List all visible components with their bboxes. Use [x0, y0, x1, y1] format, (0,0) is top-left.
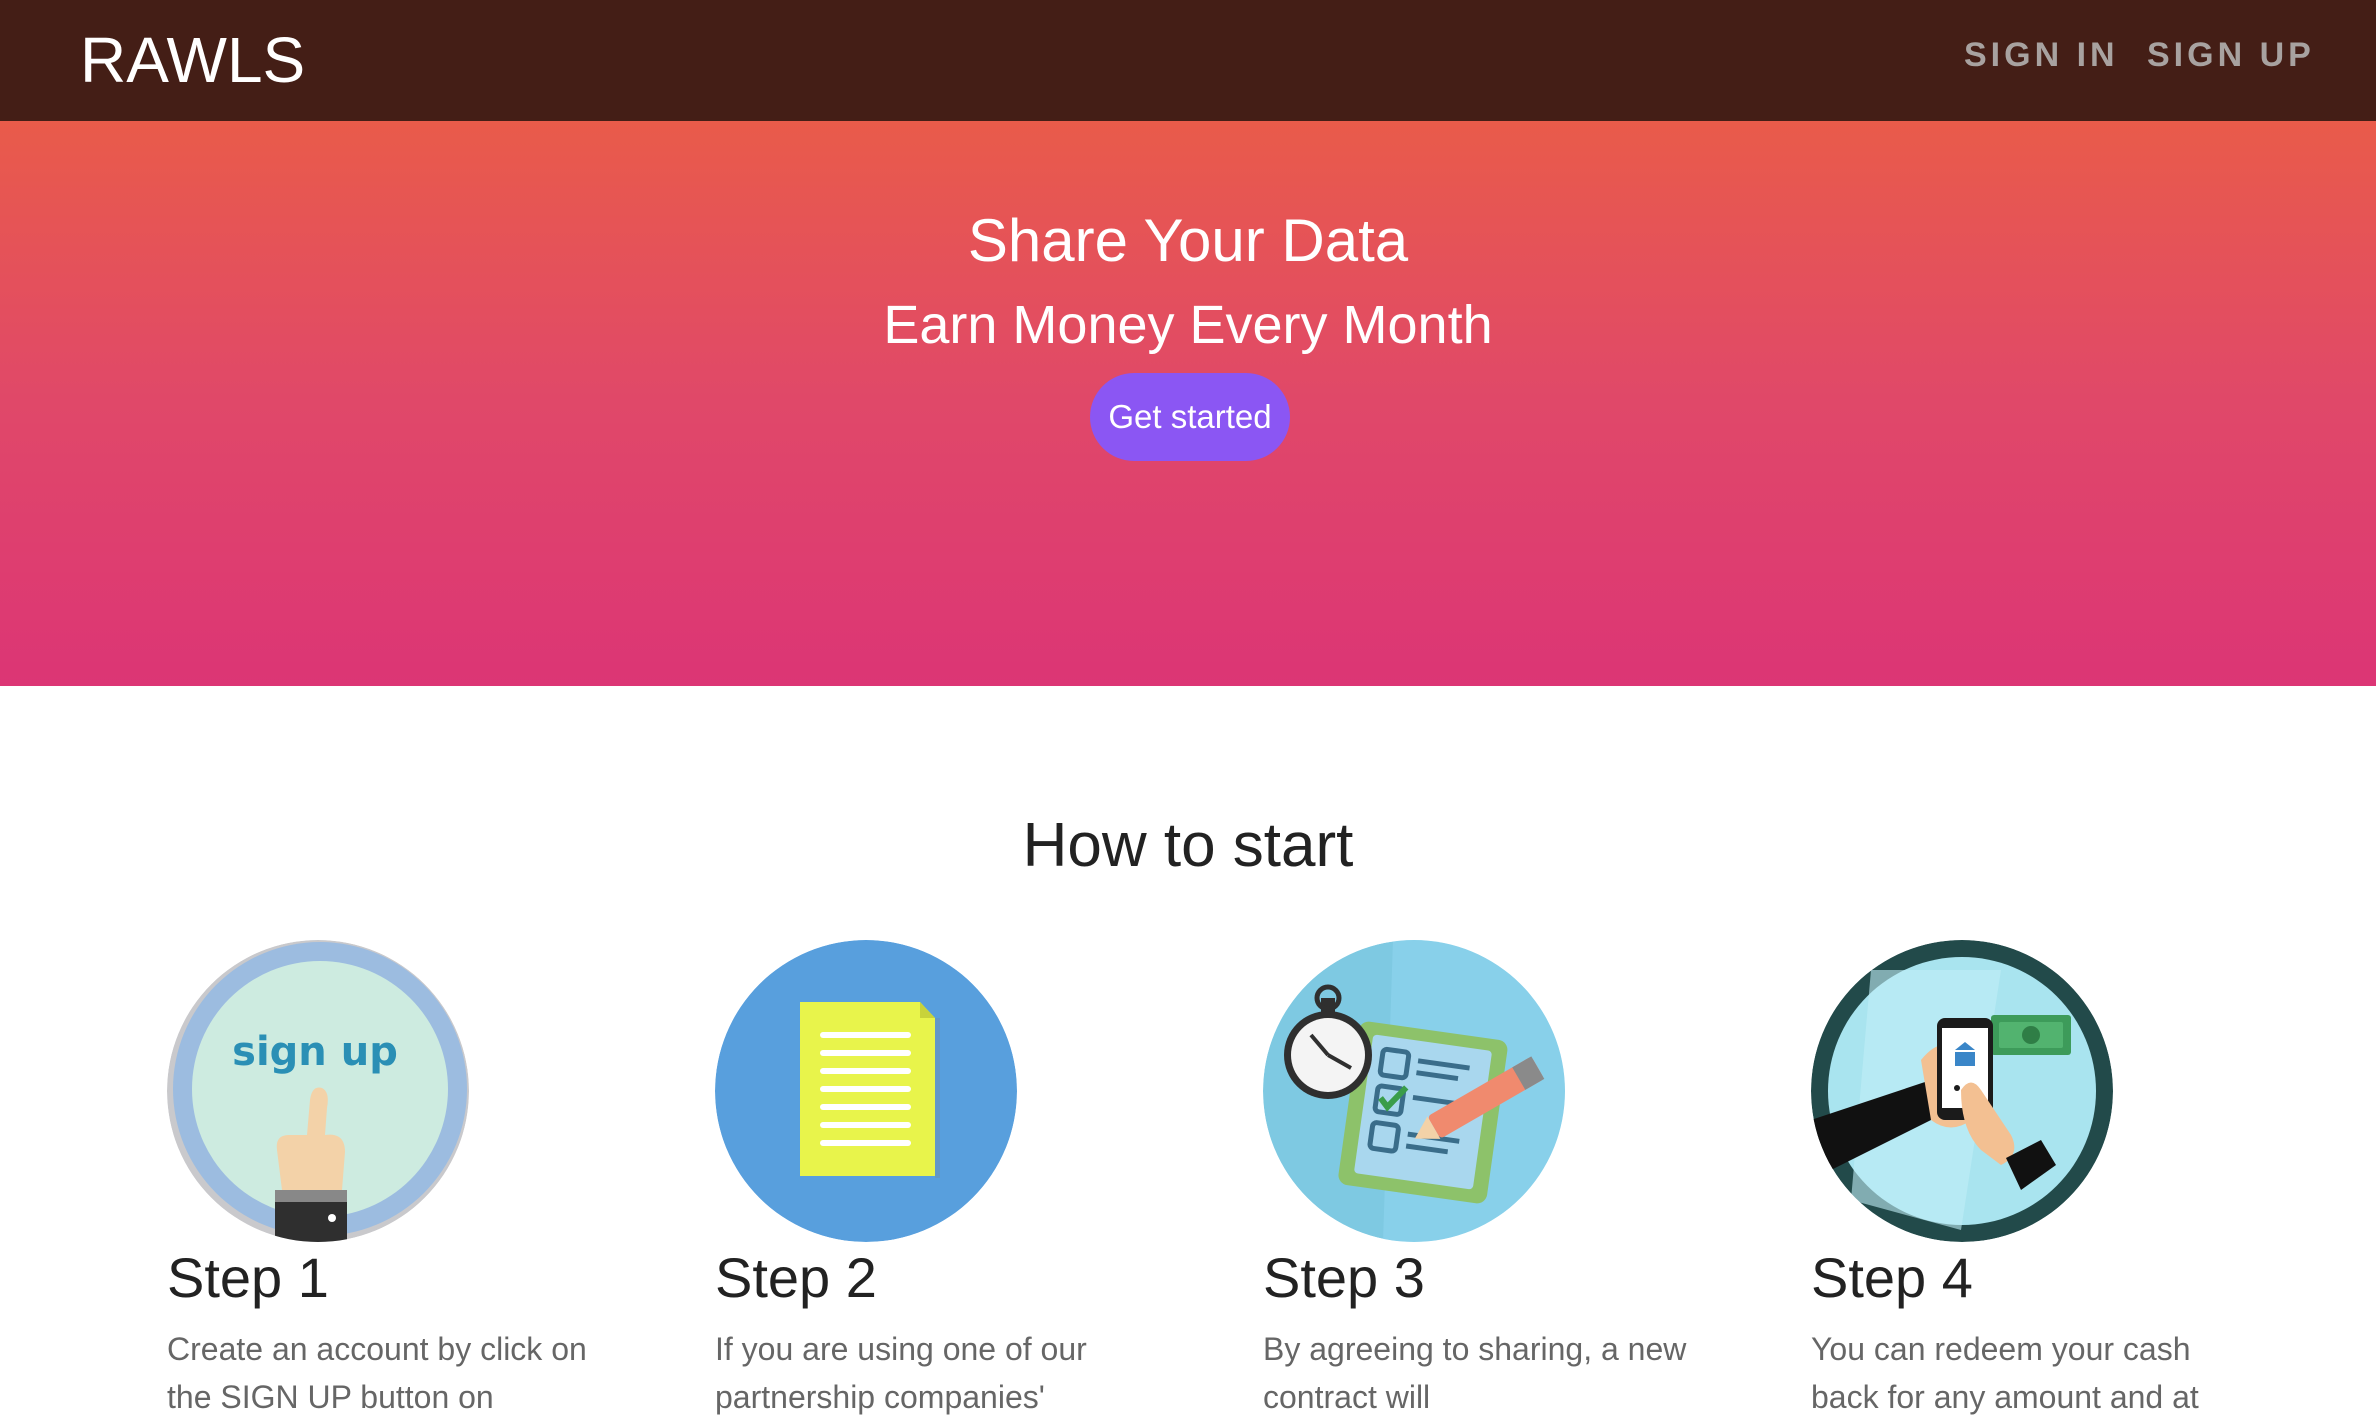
- step-description: If you are using one of our partnership …: [715, 1331, 1087, 1415]
- step-description: By agreeing to sharing, a new contract w…: [1263, 1331, 1687, 1415]
- hero-subtitle: Earn Money Every Month: [883, 295, 1493, 355]
- brand-logo[interactable]: RAWLS: [80, 18, 305, 102]
- sign-in-link[interactable]: SIGN IN: [1964, 33, 2119, 77]
- sign-up-link[interactable]: SIGN UP: [2147, 33, 2315, 77]
- get-started-button[interactable]: Get started: [1090, 373, 1290, 461]
- hero-title: Share Your Data: [967, 207, 1409, 274]
- navbar: RAWLS SIGN IN SIGN UP: [0, 0, 2376, 121]
- step-title: Step 4: [1811, 1246, 1973, 1309]
- step-title: Step 2: [715, 1246, 877, 1309]
- step-description: You can redeem your cash back for any am…: [1811, 1331, 2199, 1415]
- step-title: Step 3: [1263, 1246, 1425, 1309]
- checklist-stopwatch-icon: [1263, 940, 1565, 1242]
- step-description: Create an account by click on the SIGN U…: [167, 1331, 587, 1415]
- document-icon: [715, 940, 1017, 1242]
- mobile-payment-icon: [1811, 940, 2113, 1242]
- hero-section: Share Your Data Earn Money Every Month G…: [0, 121, 2376, 686]
- section-title: How to start: [1022, 811, 1354, 880]
- step-title: Step 1: [167, 1246, 329, 1309]
- sign-up-hand-icon: sign up: [167, 940, 469, 1242]
- sign-up-icon-text: sign up: [232, 1029, 398, 1075]
